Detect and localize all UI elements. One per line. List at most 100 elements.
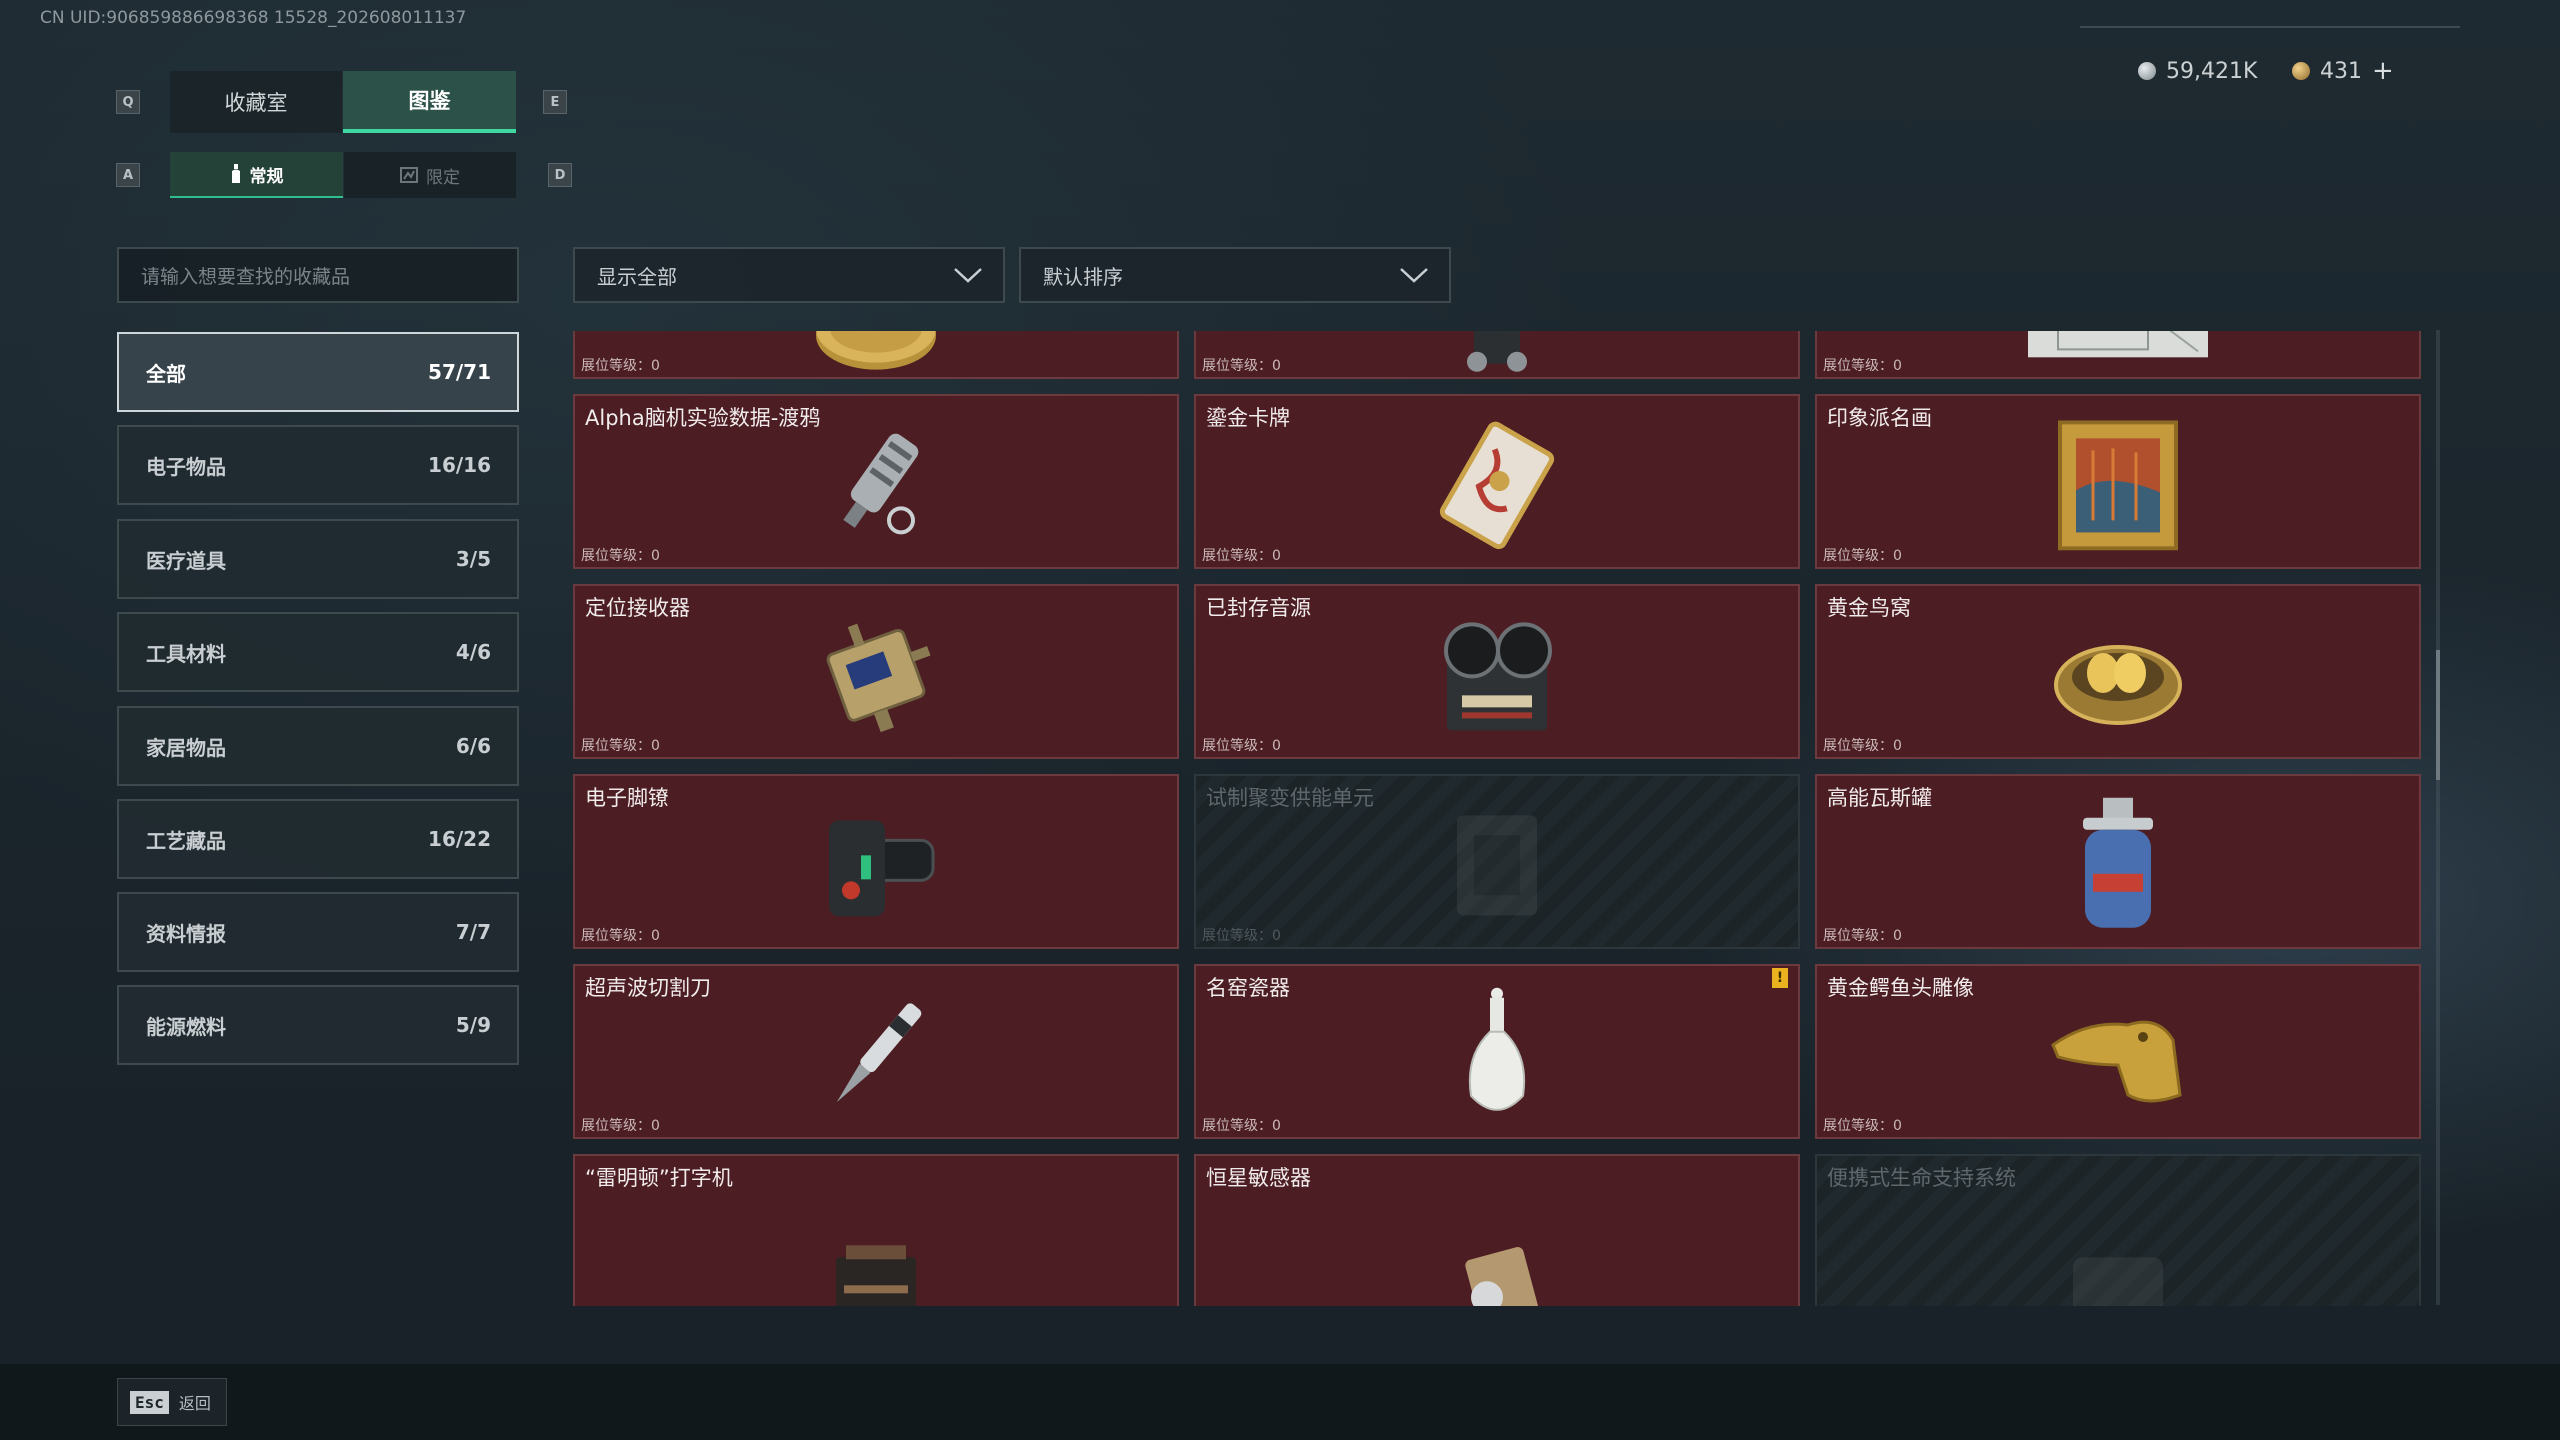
item-card[interactable]: 高能瓦斯罐 展位等级：0	[1815, 774, 2421, 949]
category-label: 工艺藏品	[146, 828, 226, 853]
esc-key-icon: Esc	[130, 1390, 169, 1414]
item-card-locked[interactable]: 试制聚变供能单元 展位等级：0	[1194, 774, 1800, 949]
tab-catalog[interactable]: 图鉴	[343, 71, 516, 133]
category-count: 16/22	[428, 827, 491, 851]
grid-scrollbar-thumb[interactable]	[2436, 650, 2440, 780]
gas-canister-icon	[2063, 795, 2173, 939]
subtab-regular-label: 常规	[249, 166, 284, 187]
category-label: 能源燃料	[146, 1014, 226, 1039]
display-level: 展位等级：0	[1823, 1118, 1902, 1134]
category-intel[interactable]: 资料情报 7/7	[117, 892, 519, 972]
hotkey-a-hint: A	[116, 163, 140, 187]
item-card[interactable]: 超声波切割刀 展位等级：0	[573, 964, 1179, 1139]
display-level: 展位等级：0	[581, 358, 660, 374]
display-level: 展位等级：0	[1202, 928, 1281, 944]
item-name: 黄金鸟窝	[1827, 596, 1911, 620]
display-level: 展位等级：0	[1823, 548, 1902, 564]
bottle-icon	[231, 164, 240, 183]
item-card[interactable]: 展位等级：0	[1194, 331, 1800, 379]
fusion-unit-icon	[1442, 800, 1552, 934]
category-label: 资料情报	[146, 921, 226, 946]
item-name: 恒星敏感器	[1206, 1166, 1311, 1190]
typewriter-icon	[826, 1237, 926, 1306]
item-name: 超声波切割刀	[585, 976, 711, 1000]
item-card[interactable]: 展位等级：0	[573, 331, 1179, 379]
item-card[interactable]: 展位等级：0	[1815, 331, 2421, 379]
category-all[interactable]: 全部 57/71	[117, 332, 519, 412]
life-support-icon	[2063, 1237, 2173, 1306]
subtab-regular[interactable]: 常规	[170, 152, 343, 198]
item-name: 高能瓦斯罐	[1827, 786, 1932, 810]
item-name: Alpha脑机实验数据-渡鸦	[585, 406, 821, 430]
currency-gold: 431 +	[2292, 56, 2394, 86]
item-name: 便携式生命支持系统	[1827, 1166, 2016, 1190]
category-label: 全部	[146, 361, 186, 386]
display-level: 展位等级：0	[581, 928, 660, 944]
category-label: 工具材料	[146, 641, 226, 666]
display-level: 展位等级：0	[1202, 1305, 1281, 1306]
subtab-limited[interactable]: 限定	[344, 152, 516, 198]
sort-dropdown[interactable]: 默认排序	[1019, 247, 1451, 303]
subtab-limited-label: 限定	[426, 167, 460, 188]
header-divider	[2080, 26, 2460, 28]
category-crafts[interactable]: 工艺藏品 16/22	[117, 799, 519, 879]
search-input[interactable]: 请输入想要查找的收藏品	[117, 247, 519, 303]
category-tools[interactable]: 工具材料 4/6	[117, 612, 519, 692]
item-card[interactable]: 已封存音源 展位等级：0	[1194, 584, 1800, 759]
item-card[interactable]: 恒星敏感器 展位等级：0	[1194, 1154, 1800, 1306]
display-level: 展位等级：0	[581, 1305, 660, 1306]
item-card[interactable]: “雷明顿”打字机 展位等级：0	[573, 1154, 1179, 1306]
item-card[interactable]: 名窑瓷器 ! 展位等级：0	[1194, 964, 1800, 1139]
data-capsule-icon	[811, 420, 941, 554]
category-electronics[interactable]: 电子物品 16/16	[117, 425, 519, 505]
category-household[interactable]: 家居物品 6/6	[117, 706, 519, 786]
display-level: 展位等级：0	[581, 738, 660, 754]
item-name: “雷明顿”打字机	[585, 1166, 733, 1190]
grid-scrollbar[interactable]	[2436, 330, 2440, 1305]
golden-crocodile-icon	[2048, 994, 2188, 1118]
item-card[interactable]: Alpha脑机实验数据-渡鸦 展位等级：0	[573, 394, 1179, 569]
category-label: 医疗道具	[146, 548, 226, 573]
category-label: 家居物品	[146, 735, 226, 760]
item-card[interactable]: 定位接收器 展位等级：0	[573, 584, 1179, 759]
back-label: 返回	[178, 1394, 211, 1413]
category-energy[interactable]: 能源燃料 5/9	[117, 985, 519, 1065]
display-level: 展位等级：0	[1202, 358, 1281, 374]
filter-show-value: 显示全部	[597, 264, 677, 289]
filter-show-dropdown[interactable]: 显示全部	[573, 247, 1005, 303]
collection-grid: 展位等级：0 展位等级：0 展位等级：0 Alpha脑机实验数据-渡鸦 展位等级…	[573, 331, 2423, 1306]
category-label: 电子物品	[146, 454, 226, 479]
chevron-down-icon	[954, 268, 982, 283]
bottom-bar	[0, 1364, 2560, 1440]
ankle-monitor-icon	[811, 800, 941, 934]
item-card-locked[interactable]: 便携式生命支持系统 展位等级：0	[1815, 1154, 2421, 1306]
item-card[interactable]: 黄金鳄鱼头雕像 展位等级：0	[1815, 964, 2421, 1139]
display-level: 展位等级：0	[581, 548, 660, 564]
item-card[interactable]: 印象派名画 展位等级：0	[1815, 394, 2421, 569]
item-name: 鎏金卡牌	[1206, 406, 1290, 430]
limited-icon	[400, 167, 418, 183]
item-card[interactable]: 黄金鸟窝 展位等级：0	[1815, 584, 2421, 759]
add-currency-button[interactable]: +	[2372, 56, 2394, 86]
category-medical[interactable]: 医疗道具 3/5	[117, 519, 519, 599]
sort-value: 默认排序	[1043, 264, 1123, 289]
category-count: 16/16	[428, 453, 491, 477]
golden-nest-icon	[2048, 614, 2188, 738]
tab-collection-room[interactable]: 收藏室	[170, 71, 342, 133]
alert-badge: !	[1772, 968, 1788, 988]
item-card[interactable]: 电子脚镣 展位等级：0	[573, 774, 1179, 949]
item-name: 印象派名画	[1827, 406, 1932, 430]
hotkey-q-hint: Q	[116, 90, 140, 114]
locator-receiver-icon	[811, 610, 941, 744]
currency-silver: 59,421K	[2138, 56, 2257, 86]
item-name: 黄金鳄鱼头雕像	[1827, 976, 1974, 1000]
star-sensor-icon	[1447, 1237, 1547, 1306]
reel-recorder-icon	[1432, 610, 1562, 744]
silver-amount: 59,421K	[2166, 58, 2258, 84]
category-count: 7/7	[455, 920, 491, 944]
gold-amount: 431	[2320, 58, 2362, 84]
back-button[interactable]: Esc 返回	[117, 1378, 227, 1426]
item-card[interactable]: 鎏金卡牌 展位等级：0	[1194, 394, 1800, 569]
old-telephone-icon	[1442, 331, 1552, 377]
porcelain-vase-icon	[1457, 985, 1537, 1129]
